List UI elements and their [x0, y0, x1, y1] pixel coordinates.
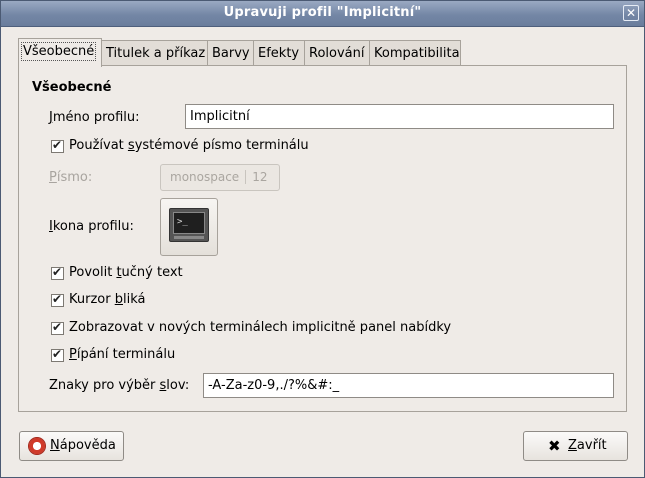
help-button-label: Nápověda	[50, 438, 116, 453]
tab-compatibility[interactable]: Kompatibilita	[369, 40, 461, 65]
tab-effects[interactable]: Efekty	[253, 40, 305, 65]
word-chars-label: Znaky pro výběr slov:	[49, 378, 190, 393]
profile-name-label: Jméno profilu:	[49, 110, 140, 125]
general-tab-panel: Všeobecné Jméno profilu: Implicitní Použ…	[18, 65, 627, 412]
system-font-label[interactable]: Používat systémové písmo terminálu	[69, 138, 309, 153]
close-button-label: Zavřít	[568, 438, 607, 453]
close-button[interactable]: ✖ Zavřít	[523, 431, 628, 461]
menubar-label[interactable]: Zobrazovat v nových terminálech implicit…	[69, 320, 451, 335]
bold-text-checkbox[interactable]	[51, 265, 64, 280]
lifebuoy-icon	[28, 437, 46, 455]
section-title: Všeobecné	[32, 80, 112, 95]
window-close-icon[interactable]: ✕	[623, 5, 639, 21]
tab-scrolling[interactable]: Rolování	[304, 40, 370, 65]
bell-checkbox[interactable]	[51, 347, 64, 362]
close-x-icon: ✖	[548, 437, 561, 455]
profile-icon-label: Ikona profilu:	[49, 219, 134, 234]
bell-label[interactable]: Pípání terminálu	[69, 347, 175, 362]
font-picker-button[interactable]: monospace 12	[160, 164, 280, 191]
window-title: Upravuji profil "Implicitní"	[223, 5, 422, 20]
system-font-checkbox[interactable]	[51, 138, 64, 153]
cursor-blink-label[interactable]: Kurzor bliká	[69, 292, 145, 307]
profile-editor-window: Upravuji profil "Implicitní" ✕ Všeobecné…	[0, 0, 645, 478]
font-family: monospace	[170, 170, 240, 184]
tab-title-command[interactable]: Titulek a příkaz	[101, 40, 208, 65]
bold-text-label[interactable]: Povolit tučný text	[69, 265, 183, 280]
terminal-icon: >_	[169, 208, 209, 242]
profile-name-input[interactable]: Implicitní	[185, 104, 614, 129]
cursor-blink-checkbox[interactable]	[51, 292, 64, 307]
menubar-checkbox[interactable]	[51, 320, 64, 335]
title-bar[interactable]: Upravuji profil "Implicitní" ✕	[1, 1, 644, 27]
tab-colors[interactable]: Barvy	[207, 40, 254, 65]
word-chars-input[interactable]: -A-Za-z0-9,./?%&#:_	[203, 373, 614, 398]
tab-general[interactable]: Všeobecné	[18, 38, 102, 67]
font-size: 12	[252, 170, 268, 184]
profile-icon-button[interactable]: >_	[160, 198, 218, 256]
font-label: Písmo:	[49, 170, 93, 185]
help-button[interactable]: Nápověda	[19, 431, 124, 461]
